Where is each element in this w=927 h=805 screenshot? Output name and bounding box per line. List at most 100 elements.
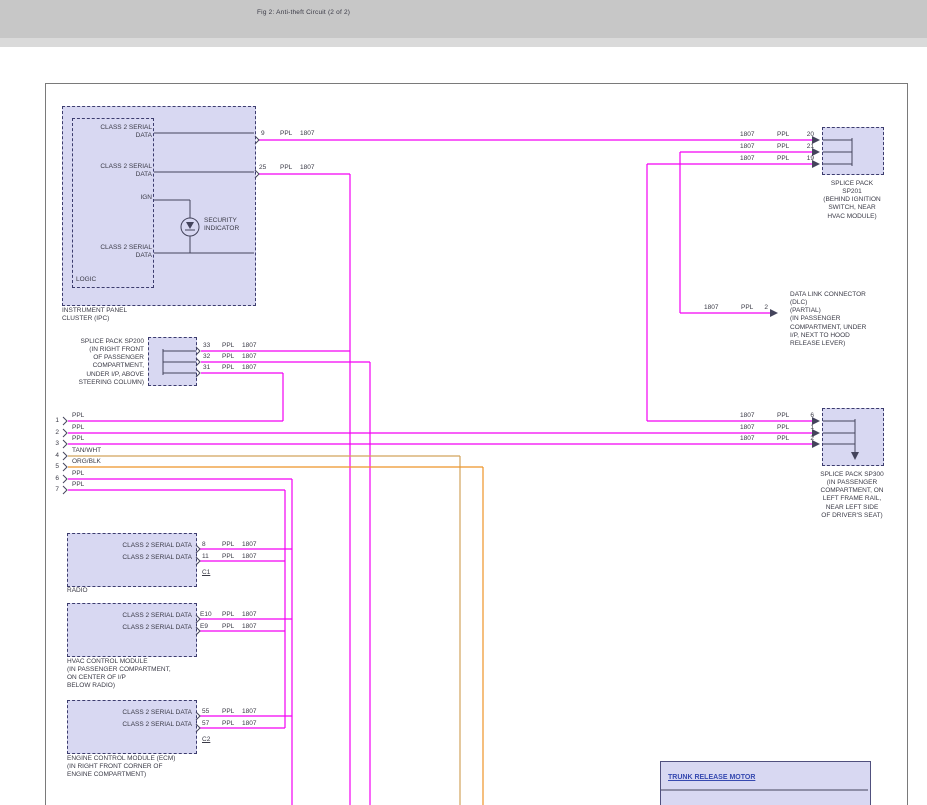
title-bar	[0, 0, 927, 38]
ipc-logic-label: LOGIC	[76, 276, 96, 284]
ipc-class2-label-2: CLASS 2 SERIAL DATA	[70, 163, 152, 179]
sp201-box	[822, 127, 884, 175]
ecm-pin57-number: 57	[202, 720, 209, 728]
sp300-row2-color: PPL	[777, 424, 789, 432]
left-pin3-color: PPL	[72, 435, 84, 443]
figure-title: Fig 2: Anti-theft Circuit (2 of 2)	[257, 9, 350, 17]
ecm-pin55-circuit: 1807	[242, 708, 256, 716]
sp200-pin31-color: PPL	[222, 364, 234, 372]
ipc-pin25-wire-color: PPL	[280, 164, 292, 172]
ecm-pin55-number: 55	[202, 708, 209, 716]
ecm-class2-label-1: CLASS 2 SERIAL DATA	[73, 709, 192, 717]
sp200-pin32-color: PPL	[222, 353, 234, 361]
ipc-pin9-number: 9	[261, 130, 265, 138]
sp200-pin32-number: 32	[203, 353, 210, 361]
radio-pin8-circuit: 1807	[242, 541, 256, 549]
sp201-row1-circuit: 1807	[740, 131, 754, 139]
hvac-class2-label-1: CLASS 2 SERIAL DATA	[73, 612, 192, 620]
ecm-pin55-color: PPL	[222, 708, 234, 716]
sp300-row3-circuit: 1807	[740, 435, 754, 443]
hvac-pinE9-number: E9	[200, 623, 208, 631]
wiring-diagram-page: Fig 2: Anti-theft Circuit (2 of 2)	[0, 0, 927, 805]
sp300-row1-pin: 6	[798, 412, 814, 420]
sp300-row2-pin: 1	[798, 424, 814, 432]
left-pin4-color: TAN/WHT	[72, 447, 101, 455]
sp200-pin31-circuit: 1807	[242, 364, 256, 372]
sp200-pin32-circuit: 1807	[242, 353, 256, 361]
dlc-pin: 2	[756, 304, 768, 312]
sp200-caption: SPLICE PACK SP200 (IN RIGHT FRONT OF PAS…	[60, 338, 144, 387]
sp300-row3-pin: 2	[798, 435, 814, 443]
radio-pin11-circuit: 1807	[242, 553, 256, 561]
dlc-caption: DATA LINK CONNECTOR (DLC) (PARTIAL) (IN …	[790, 291, 905, 348]
radio-pin11-number: 11	[202, 553, 209, 561]
sp201-row3-color: PPL	[777, 155, 789, 163]
sp200-pin33-circuit: 1807	[242, 342, 256, 350]
left-pin1-color: PPL	[72, 412, 84, 420]
ipc-caption: INSTRUMENT PANEL CLUSTER (IPC)	[62, 307, 127, 323]
ecm-pin57-circuit: 1807	[242, 720, 256, 728]
sp200-pin33-number: 33	[203, 342, 210, 350]
trunk-release-motor-link[interactable]: TRUNK RELEASE MOTOR	[668, 774, 755, 783]
hvac-pinE9-color: PPL	[222, 623, 234, 631]
left-pin3-number: 3	[46, 440, 59, 448]
sp201-row1-color: PPL	[777, 131, 789, 139]
sp300-box	[822, 408, 884, 466]
radio-class2-label-1: CLASS 2 SERIAL DATA	[73, 542, 192, 550]
left-pin7-color: PPL	[72, 481, 84, 489]
sp200-pin33-color: PPL	[222, 342, 234, 350]
ipc-class2-label-3: CLASS 2 SERIAL DATA	[70, 244, 152, 260]
hvac-pinE9-circuit: 1807	[242, 623, 256, 631]
title-bar-lower-strip	[0, 38, 927, 47]
trunk-release-motor-box	[660, 761, 871, 805]
sp201-caption: SPLICE PACK SP201 (BEHIND IGNITION SWITC…	[797, 180, 907, 221]
sp201-row1-pin: 20	[798, 131, 814, 139]
sp201-row2-pin: 21	[798, 143, 814, 151]
sp300-row3-color: PPL	[777, 435, 789, 443]
sp300-caption: SPLICE PACK SP300 (IN PASSENGER COMPARTM…	[797, 471, 907, 520]
radio-pin8-number: 8	[202, 541, 206, 549]
radio-connector-id: C1	[202, 569, 210, 577]
sp201-row3-pin: 19	[798, 155, 814, 163]
ecm-class2-label-2: CLASS 2 SERIAL DATA	[73, 721, 192, 729]
sp300-row1-color: PPL	[777, 412, 789, 420]
sp201-row2-color: PPL	[777, 143, 789, 151]
left-pin7-number: 7	[46, 486, 59, 494]
ipc-pin25-circuit: 1807	[300, 164, 314, 172]
ecm-caption: ENGINE CONTROL MODULE (ECM) (IN RIGHT FR…	[67, 755, 175, 779]
sp200-box	[148, 337, 197, 386]
ipc-class2-label-1: CLASS 2 SERIAL DATA	[70, 124, 152, 140]
radio-pin11-color: PPL	[222, 553, 234, 561]
dlc-color: PPL	[741, 304, 753, 312]
left-pin6-color: PPL	[72, 470, 84, 478]
ipc-pin9-wire-color: PPL	[280, 130, 292, 138]
security-indicator-label: SECURITY INDICATOR	[204, 217, 239, 233]
radio-pin8-color: PPL	[222, 541, 234, 549]
sp300-row1-circuit: 1807	[740, 412, 754, 420]
radio-class2-label-2: CLASS 2 SERIAL DATA	[73, 554, 192, 562]
ipc-pin9-circuit: 1807	[300, 130, 314, 138]
radio-caption: RADIO	[67, 587, 88, 595]
dlc-circuit: 1807	[704, 304, 718, 312]
sp201-row3-circuit: 1807	[740, 155, 754, 163]
ipc-ign-label: IGN	[70, 194, 152, 202]
left-pin5-number: 5	[46, 463, 59, 471]
sp201-row2-circuit: 1807	[740, 143, 754, 151]
left-pin2-color: PPL	[72, 424, 84, 432]
hvac-caption: HVAC CONTROL MODULE (IN PASSENGER COMPAR…	[67, 658, 171, 691]
sp200-pin31-number: 31	[203, 364, 210, 372]
ecm-pin57-color: PPL	[222, 720, 234, 728]
hvac-pinE10-number: E10	[200, 611, 212, 619]
left-pin2-number: 2	[46, 429, 59, 437]
left-pin1-number: 1	[46, 417, 59, 425]
hvac-class2-label-2: CLASS 2 SERIAL DATA	[73, 624, 192, 632]
left-pin5-color: ORG/BLK	[72, 458, 101, 466]
left-pin6-number: 6	[46, 475, 59, 483]
ipc-logic-box	[72, 118, 154, 288]
sp300-row2-circuit: 1807	[740, 424, 754, 432]
ipc-pin25-number: 25	[259, 164, 266, 172]
hvac-pinE10-color: PPL	[222, 611, 234, 619]
hvac-pinE10-circuit: 1807	[242, 611, 256, 619]
left-pin4-number: 4	[46, 452, 59, 460]
ecm-connector-id: C2	[202, 736, 210, 744]
